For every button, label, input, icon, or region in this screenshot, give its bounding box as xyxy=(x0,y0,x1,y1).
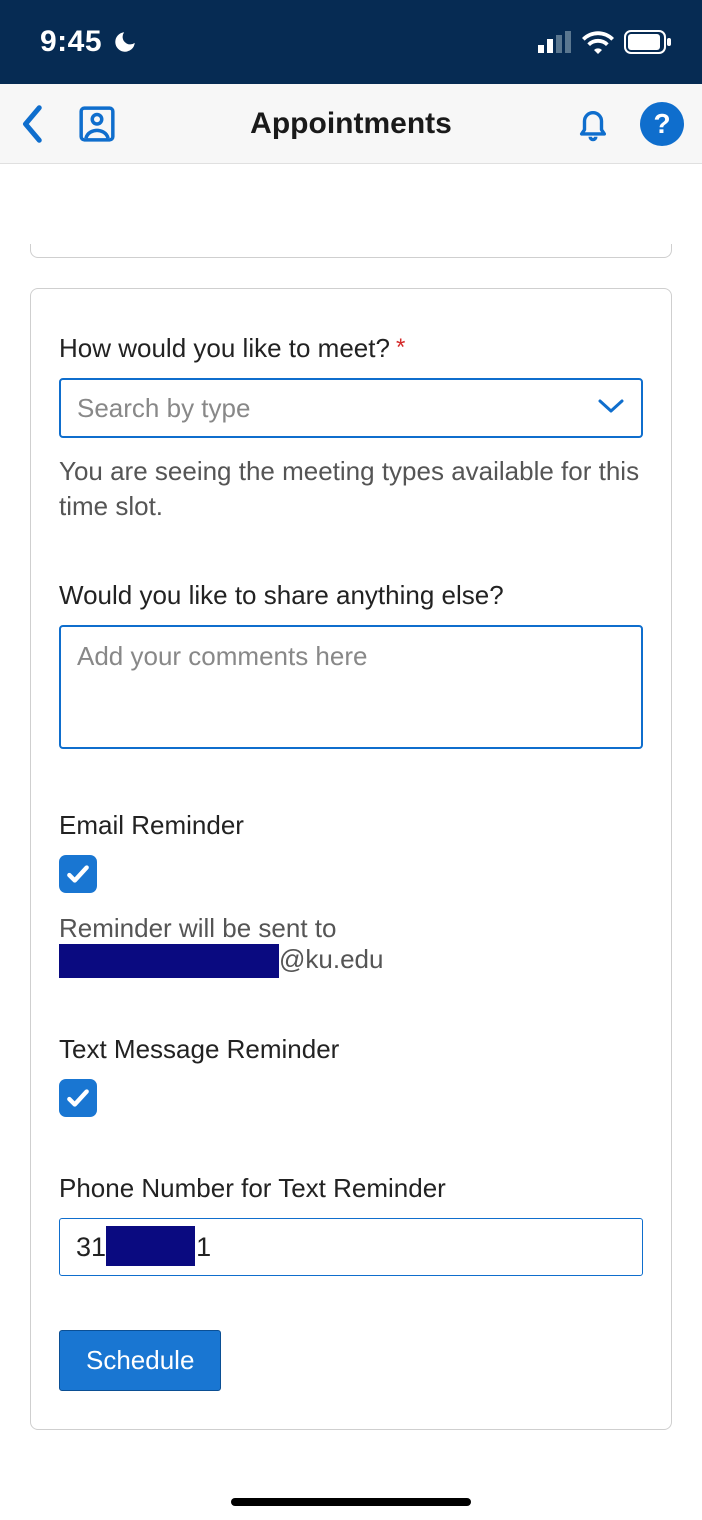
bell-icon[interactable] xyxy=(576,105,610,143)
email-reminder-sent-to: Reminder will be sent to @ku.edu xyxy=(59,913,643,978)
status-time: 9:45 xyxy=(40,25,102,59)
check-icon xyxy=(65,861,91,887)
comments-label: Would you like to share anything else? xyxy=(59,580,643,611)
home-indicator[interactable] xyxy=(231,1498,471,1506)
meeting-type-select[interactable]: Search by type xyxy=(59,378,643,438)
redacted-email xyxy=(59,944,279,978)
schedule-button[interactable]: Schedule xyxy=(59,1330,221,1391)
check-icon xyxy=(65,1085,91,1111)
phone-label: Phone Number for Text Reminder xyxy=(59,1173,643,1204)
text-reminder-label: Text Message Reminder xyxy=(59,1034,643,1065)
appointment-form-card: How would you like to meet?* Search by t… xyxy=(30,288,672,1430)
previous-card-edge xyxy=(30,244,672,258)
chevron-down-icon xyxy=(597,397,625,420)
wifi-icon xyxy=(582,30,614,54)
battery-icon xyxy=(624,30,672,54)
app-header: Appointments ? xyxy=(0,84,702,164)
help-button[interactable]: ? xyxy=(640,102,684,146)
profile-icon[interactable] xyxy=(78,105,116,143)
meeting-type-label: How would you like to meet?* xyxy=(59,333,643,364)
back-button[interactable] xyxy=(18,104,48,144)
help-icon: ? xyxy=(640,102,684,146)
moon-icon xyxy=(112,29,138,55)
meeting-type-placeholder: Search by type xyxy=(77,393,250,424)
email-reminder-checkbox[interactable] xyxy=(59,855,97,893)
cellular-icon xyxy=(538,31,572,53)
required-asterisk: * xyxy=(396,334,405,361)
redacted-phone xyxy=(106,1226,195,1266)
text-reminder-checkbox[interactable] xyxy=(59,1079,97,1117)
email-reminder-label: Email Reminder xyxy=(59,810,643,841)
status-bar: 9:45 xyxy=(0,0,702,84)
comments-textarea[interactable] xyxy=(59,625,643,749)
meeting-type-help: You are seeing the meeting types availab… xyxy=(59,454,643,524)
